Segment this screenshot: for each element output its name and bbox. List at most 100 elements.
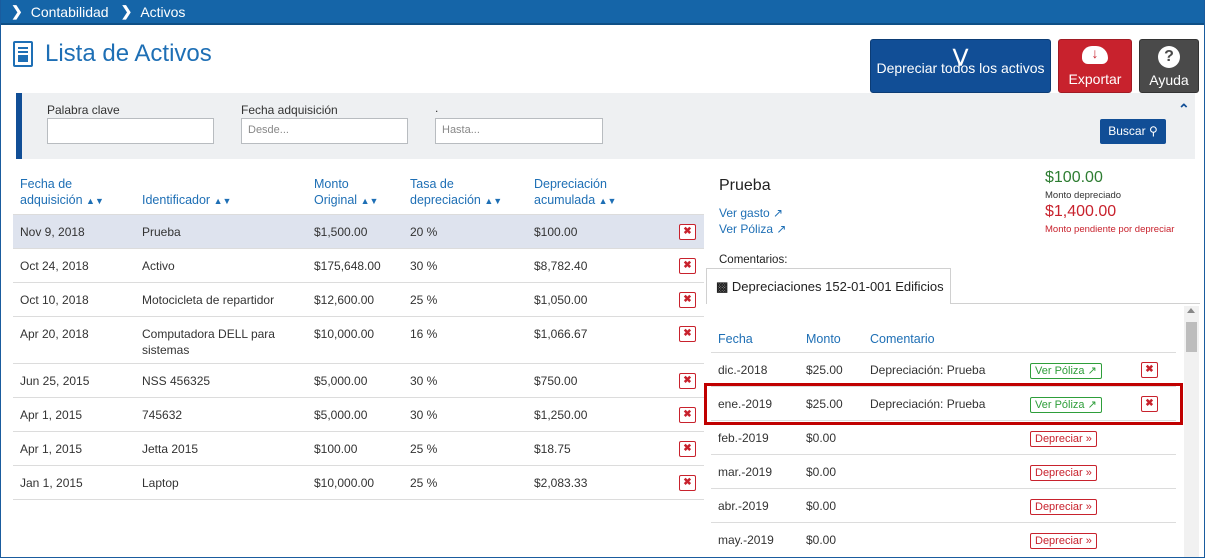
scrollbar-thumb[interactable]: [1186, 322, 1197, 352]
breadcrumb-contabilidad[interactable]: Contabilidad: [31, 4, 109, 20]
tab-divider: [950, 303, 1200, 304]
export-label: Exportar: [1068, 71, 1122, 87]
dep-cell-amount: $0.00: [806, 465, 837, 479]
depreciar-button[interactable]: Depreciar »: [1030, 465, 1097, 481]
cell-dep: $1,050.00: [534, 293, 588, 307]
double-chevron-down-icon: »: [1082, 467, 1092, 479]
cell-rate: 20 %: [410, 225, 438, 239]
export-button[interactable]: Exportar: [1058, 39, 1132, 93]
cell-dep: $18.75: [534, 442, 571, 456]
keyword-input[interactable]: [47, 118, 214, 144]
dep-cell-date: abr.-2019: [718, 499, 769, 513]
col-header-rate[interactable]: Tasa de depreciación ▲▼: [410, 176, 502, 209]
sort-icon: ▲▼: [598, 196, 617, 206]
cell-id: Jetta 2015: [142, 442, 199, 456]
delete-icon[interactable]: ✖: [679, 475, 696, 491]
cell-amount: $10,000.00: [314, 327, 375, 341]
col-header-amount[interactable]: Monto Original ▲▼: [314, 176, 378, 209]
delete-icon[interactable]: ✖: [679, 441, 696, 457]
external-link-icon: ↗: [773, 206, 784, 220]
chevron-right-icon: ❯: [120, 3, 133, 19]
dep-cell-date: feb.-2019: [718, 431, 769, 445]
help-button[interactable]: ? Ayuda: [1139, 39, 1199, 93]
cell-id: 745632: [142, 408, 183, 422]
ver-gasto-link[interactable]: Ver gasto ↗: [719, 206, 783, 220]
double-chevron-down-icon: »: [1082, 535, 1092, 547]
depreciar-button[interactable]: Depreciar »: [1030, 499, 1097, 515]
cell-rate: 30 %: [410, 408, 438, 422]
table-row[interactable]: Jan 1, 2015 Laptop $10,000.00 25 % $2,083.33…: [13, 465, 704, 499]
question-icon: ?: [1158, 46, 1180, 68]
date-to-input[interactable]: Hasta...: [435, 118, 603, 144]
delete-icon[interactable]: ✖: [679, 258, 696, 274]
ver-poliza-link[interactable]: Ver Póliza ↗: [719, 222, 786, 236]
depreciated-amount: $100.00: [1045, 169, 1103, 186]
date-from-input[interactable]: Desde...: [241, 118, 408, 144]
cloud-download-icon: [1082, 45, 1108, 64]
double-chevron-down-icon: »: [1082, 433, 1092, 445]
pending-amount: $1,400.00: [1045, 203, 1117, 220]
dep-cell-comment: Depreciación: Prueba: [870, 363, 986, 377]
cell-amount: $10,000.00: [314, 476, 375, 490]
highlighted-row-outline: [704, 383, 1183, 425]
keyword-label: Palabra clave: [47, 103, 120, 117]
dep-cell-date: may.-2019: [718, 533, 774, 547]
page-title: Lista de Activos: [45, 40, 212, 67]
cell-rate: 25 %: [410, 476, 438, 490]
col-header-dep-line2: acumulada: [534, 193, 596, 207]
delete-icon[interactable]: ✖: [679, 407, 696, 423]
chevron-up-icon[interactable]: ⌃: [1178, 101, 1190, 118]
cell-date: Oct 24, 2018: [20, 259, 89, 273]
tab-depreciaciones-label: Depreciaciones 152-01-001 Edificios: [731, 279, 944, 294]
table-row[interactable]: Jun 25, 2015 NSS 456325 $5,000.00 30 % $750.…: [13, 363, 704, 397]
search-icon: ⚲: [1148, 124, 1158, 138]
cell-dep: $8,782.40: [534, 259, 588, 273]
dep-cell-amount: $0.00: [806, 431, 837, 445]
table-row[interactable]: Oct 10, 2018 Motocicleta de repartidor $12…: [13, 282, 704, 316]
cell-id: NSS 456325: [142, 374, 211, 388]
delete-icon[interactable]: ✖: [679, 224, 696, 240]
col-header-date-line1: Fecha de: [20, 177, 73, 191]
depreciation-row: may.-2019 $0.00 Depreciar »: [711, 522, 1176, 556]
cell-date: Jun 25, 2015: [20, 374, 90, 388]
cell-rate: 30 %: [410, 259, 438, 273]
cell-date: Apr 1, 2015: [20, 442, 83, 456]
scroll-up-arrow[interactable]: [1187, 308, 1195, 313]
page-header: Lista de Activos: [13, 40, 212, 68]
tab-depreciaciones[interactable]: ▩ Depreciaciones 152-01-001 Edificios: [706, 268, 951, 304]
table-row[interactable]: Oct 24, 2018 Activo $175,648.00 30 % $8,782.…: [13, 248, 704, 282]
search-label: Buscar: [1108, 124, 1146, 138]
col-header-amount-line1: Monto: [314, 177, 349, 191]
cell-amount: $175,648.00: [314, 259, 381, 273]
table-row[interactable]: Apr 1, 2015 745632 $5,000.00 30 % $1,250.00 ✖: [13, 397, 704, 431]
cell-date: Apr 1, 2015: [20, 408, 83, 422]
depreciated-label: Monto depreciado: [1045, 190, 1122, 201]
table-row[interactable]: Apr 20, 2018 Computadora DELL para sistem…: [13, 316, 704, 363]
depreciate-all-button[interactable]: ⋁ Depreciar todos los activos: [870, 39, 1051, 93]
cell-id: Motocicleta de repartidor: [142, 293, 275, 307]
dep-cell-date: mar.-2019: [718, 465, 773, 479]
sub-header-comment: Comentario: [870, 332, 935, 346]
ver-poliza-button[interactable]: Ver Póliza ↗: [1030, 363, 1102, 379]
table-row[interactable]: Apr 1, 2015 Jetta 2015 $100.00 25 % $18.75 ✖: [13, 431, 704, 465]
depreciar-button[interactable]: Depreciar »: [1030, 431, 1097, 447]
table-row[interactable]: Nov 9, 2018 Prueba $1,500.00 20 % $100.00 ✖: [13, 214, 704, 248]
col-header-id[interactable]: Identificador ▲▼: [142, 192, 231, 209]
search-button[interactable]: Buscar ⚲: [1100, 119, 1166, 144]
delete-icon[interactable]: ✖: [1141, 362, 1158, 378]
date-to-label: .: [435, 101, 439, 115]
depreciation-row: dic.-2018 $25.00 Depreciación: Prueba Ver P…: [711, 352, 1176, 386]
delete-icon[interactable]: ✖: [679, 373, 696, 389]
breadcrumb-activos[interactable]: Activos: [140, 4, 185, 20]
delete-icon[interactable]: ✖: [679, 292, 696, 308]
cell-amount: $12,600.00: [314, 293, 375, 307]
table-bottom-border: [13, 499, 704, 500]
dep-cell-amount: $0.00: [806, 499, 837, 513]
cell-rate: 30 %: [410, 374, 438, 388]
dep-cell-amount: $0.00: [806, 533, 837, 547]
delete-icon[interactable]: ✖: [679, 326, 696, 342]
col-header-date[interactable]: Fecha de adquisición ▲▼: [20, 176, 104, 209]
col-header-dep[interactable]: Depreciación acumulada ▲▼: [534, 176, 616, 209]
depreciar-button[interactable]: Depreciar »: [1030, 533, 1097, 549]
depreciation-row: abr.-2019 $0.00 Depreciar »: [711, 488, 1176, 522]
